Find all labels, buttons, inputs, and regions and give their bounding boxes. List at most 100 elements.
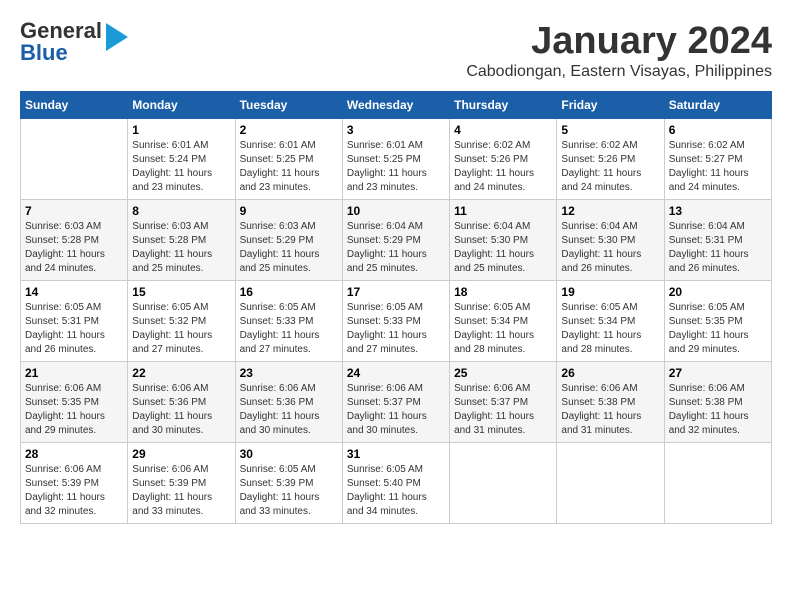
day-number: 28 [25, 447, 123, 461]
day-info: Sunrise: 6:01 AMSunset: 5:24 PMDaylight:… [132, 139, 230, 195]
day-info: Sunrise: 6:01 AMSunset: 5:25 PMDaylight:… [347, 139, 445, 195]
day-info: Sunrise: 6:01 AMSunset: 5:25 PMDaylight:… [240, 139, 338, 195]
day-number: 30 [240, 447, 338, 461]
day-number: 7 [25, 204, 123, 218]
calendar-cell: 13 Sunrise: 6:04 AMSunset: 5:31 PMDayligh… [664, 200, 771, 281]
weekday-header-monday: Monday [128, 92, 235, 119]
calendar-cell: 23Sunrise: 6:06 AMSunset: 5:36 PMDayligh… [235, 362, 342, 443]
day-number: 24 [347, 366, 445, 380]
day-number: 20 [669, 285, 767, 299]
calendar-week-row: 28 Sunrise: 6:06 AMSunset: 5:39 PMDayligh… [21, 443, 772, 524]
day-info: Sunrise: 6:02 AMSunset: 5:26 PMDaylight:… [561, 139, 659, 195]
day-number: 5 [561, 123, 659, 137]
day-info: Sunrise: 6:05 AMSunset: 5:39 PMDaylight:… [240, 463, 338, 519]
day-number: 3 [347, 123, 445, 137]
calendar-cell [664, 443, 771, 524]
day-number: 27 [669, 366, 767, 380]
day-info: Sunrise: 6:06 AMSunset: 5:36 PMDaylight:… [132, 382, 230, 438]
day-info: Sunrise: 6:06 AMSunset: 5:37 PMDaylight:… [347, 382, 445, 438]
day-info: Sunrise: 6:05 AMSunset: 5:34 PMDaylight:… [561, 301, 659, 357]
day-info: Sunrise: 6:05 AMSunset: 5:35 PMDaylight:… [669, 301, 767, 357]
calendar-cell: 26 Sunrise: 6:06 AMSunset: 5:38 PMDayligh… [557, 362, 664, 443]
day-number: 13 [669, 204, 767, 218]
day-number: 19 [561, 285, 659, 299]
calendar-cell: 15 Sunrise: 6:05 AMSunset: 5:32 PMDayligh… [128, 281, 235, 362]
day-number: 21 [25, 366, 123, 380]
day-info: Sunrise: 6:06 AMSunset: 5:39 PMDaylight:… [132, 463, 230, 519]
day-number: 1 [132, 123, 230, 137]
day-info: Sunrise: 6:06 AMSunset: 5:38 PMDaylight:… [669, 382, 767, 438]
day-info: Sunrise: 6:06 AMSunset: 5:35 PMDaylight:… [25, 382, 123, 438]
day-info: Sunrise: 6:05 AMSunset: 5:40 PMDaylight:… [347, 463, 445, 519]
day-info: Sunrise: 6:03 AMSunset: 5:28 PMDaylight:… [25, 220, 123, 276]
calendar-cell: 30 Sunrise: 6:05 AMSunset: 5:39 PMDayligh… [235, 443, 342, 524]
day-number: 25 [454, 366, 552, 380]
day-number: 11 [454, 204, 552, 218]
day-info: Sunrise: 6:04 AMSunset: 5:29 PMDaylight:… [347, 220, 445, 276]
weekday-header-wednesday: Wednesday [342, 92, 449, 119]
calendar-cell: 20 Sunrise: 6:05 AMSunset: 5:35 PMDayligh… [664, 281, 771, 362]
day-number: 15 [132, 285, 230, 299]
day-info: Sunrise: 6:02 AMSunset: 5:27 PMDaylight:… [669, 139, 767, 195]
logo-icon [106, 23, 128, 51]
day-number: 31 [347, 447, 445, 461]
weekday-header-friday: Friday [557, 92, 664, 119]
title-block: January 2024 Cabodiongan, Eastern Visaya… [466, 20, 772, 81]
weekday-header-tuesday: Tuesday [235, 92, 342, 119]
day-info: Sunrise: 6:05 AMSunset: 5:34 PMDaylight:… [454, 301, 552, 357]
calendar-cell: 6 Sunrise: 6:02 AMSunset: 5:27 PMDaylight… [664, 119, 771, 200]
calendar-cell: 12Sunrise: 6:04 AMSunset: 5:30 PMDayligh… [557, 200, 664, 281]
day-number: 4 [454, 123, 552, 137]
calendar-cell: 14Sunrise: 6:05 AMSunset: 5:31 PMDayligh… [21, 281, 128, 362]
month-title: January 2024 [466, 20, 772, 63]
day-number: 9 [240, 204, 338, 218]
weekday-header-saturday: Saturday [664, 92, 771, 119]
day-info: Sunrise: 6:06 AMSunset: 5:37 PMDaylight:… [454, 382, 552, 438]
calendar-week-row: 7 Sunrise: 6:03 AMSunset: 5:28 PMDaylight… [21, 200, 772, 281]
calendar-cell: 4Sunrise: 6:02 AMSunset: 5:26 PMDaylight… [450, 119, 557, 200]
calendar-cell [450, 443, 557, 524]
calendar-cell [21, 119, 128, 200]
weekday-header-row: SundayMondayTuesdayWednesdayThursdayFrid… [21, 92, 772, 119]
day-info: Sunrise: 6:06 AMSunset: 5:36 PMDaylight:… [240, 382, 338, 438]
day-number: 16 [240, 285, 338, 299]
day-number: 26 [561, 366, 659, 380]
day-info: Sunrise: 6:05 AMSunset: 5:33 PMDaylight:… [347, 301, 445, 357]
calendar-cell: 27 Sunrise: 6:06 AMSunset: 5:38 PMDayligh… [664, 362, 771, 443]
calendar-cell: 19 Sunrise: 6:05 AMSunset: 5:34 PMDayligh… [557, 281, 664, 362]
calendar-week-row: 21 Sunrise: 6:06 AMSunset: 5:35 PMDayligh… [21, 362, 772, 443]
calendar-cell: 28 Sunrise: 6:06 AMSunset: 5:39 PMDayligh… [21, 443, 128, 524]
calendar-cell [557, 443, 664, 524]
day-number: 2 [240, 123, 338, 137]
calendar-cell: 18 Sunrise: 6:05 AMSunset: 5:34 PMDayligh… [450, 281, 557, 362]
day-number: 6 [669, 123, 767, 137]
day-info: Sunrise: 6:06 AMSunset: 5:39 PMDaylight:… [25, 463, 123, 519]
logo-text: GeneralBlue [20, 20, 102, 64]
day-info: Sunrise: 6:03 AMSunset: 5:28 PMDaylight:… [132, 220, 230, 276]
calendar-week-row: 1 Sunrise: 6:01 AMSunset: 5:24 PMDaylight… [21, 119, 772, 200]
logo: GeneralBlue [20, 20, 128, 64]
day-number: 8 [132, 204, 230, 218]
day-info: Sunrise: 6:04 AMSunset: 5:30 PMDaylight:… [561, 220, 659, 276]
weekday-header-thursday: Thursday [450, 92, 557, 119]
day-info: Sunrise: 6:05 AMSunset: 5:33 PMDaylight:… [240, 301, 338, 357]
day-info: Sunrise: 6:05 AMSunset: 5:32 PMDaylight:… [132, 301, 230, 357]
calendar-cell: 8 Sunrise: 6:03 AMSunset: 5:28 PMDaylight… [128, 200, 235, 281]
calendar-cell: 16 Sunrise: 6:05 AMSunset: 5:33 PMDayligh… [235, 281, 342, 362]
day-info: Sunrise: 6:05 AMSunset: 5:31 PMDaylight:… [25, 301, 123, 357]
weekday-header-sunday: Sunday [21, 92, 128, 119]
calendar-cell: 10Sunrise: 6:04 AMSunset: 5:29 PMDayligh… [342, 200, 449, 281]
calendar-cell: 17Sunrise: 6:05 AMSunset: 5:33 PMDayligh… [342, 281, 449, 362]
calendar-cell: 9Sunrise: 6:03 AMSunset: 5:29 PMDaylight… [235, 200, 342, 281]
day-number: 29 [132, 447, 230, 461]
calendar-cell: 24 Sunrise: 6:06 AMSunset: 5:37 PMDayligh… [342, 362, 449, 443]
day-info: Sunrise: 6:04 AMSunset: 5:31 PMDaylight:… [669, 220, 767, 276]
calendar-cell: 3 Sunrise: 6:01 AMSunset: 5:25 PMDaylight… [342, 119, 449, 200]
calendar-cell: 29 Sunrise: 6:06 AMSunset: 5:39 PMDayligh… [128, 443, 235, 524]
calendar-cell: 31 Sunrise: 6:05 AMSunset: 5:40 PMDayligh… [342, 443, 449, 524]
calendar-cell: 25 Sunrise: 6:06 AMSunset: 5:37 PMDayligh… [450, 362, 557, 443]
calendar-cell: 1 Sunrise: 6:01 AMSunset: 5:24 PMDaylight… [128, 119, 235, 200]
day-number: 18 [454, 285, 552, 299]
calendar-cell: 5 Sunrise: 6:02 AMSunset: 5:26 PMDaylight… [557, 119, 664, 200]
day-info: Sunrise: 6:06 AMSunset: 5:38 PMDaylight:… [561, 382, 659, 438]
